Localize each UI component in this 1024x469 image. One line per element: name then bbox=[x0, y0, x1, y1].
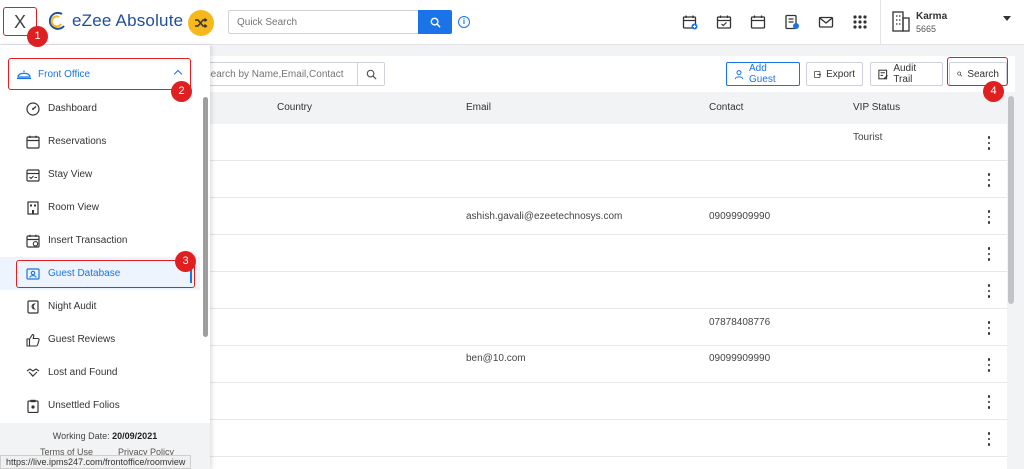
sidebar-item-label: Night Audit bbox=[48, 301, 97, 312]
insert-transaction-icon bbox=[26, 234, 40, 248]
audit-trail-icon bbox=[878, 69, 888, 79]
row-menu-icon[interactable] bbox=[984, 210, 994, 224]
cell-email: ben@10.com bbox=[466, 353, 526, 364]
stay-view-icon bbox=[26, 168, 40, 182]
brand-name: eZee Absolute bbox=[72, 11, 184, 30]
calendar-check-icon[interactable] bbox=[714, 12, 734, 32]
audit-trail-label: Audit Trail bbox=[893, 63, 917, 85]
calendar-icon bbox=[26, 135, 40, 149]
sidebar-item-label: Room View bbox=[48, 202, 99, 213]
sidebar-item-guest-reviews[interactable]: Guest Reviews bbox=[0, 323, 200, 356]
receipt-icon[interactable] bbox=[782, 12, 802, 32]
mail-icon[interactable] bbox=[816, 12, 836, 32]
header-divider bbox=[880, 0, 881, 45]
night-audit-icon bbox=[26, 299, 40, 314]
quick-search-button[interactable] bbox=[418, 10, 452, 34]
guest-search-input[interactable] bbox=[195, 62, 357, 86]
column-header-contact[interactable]: Contact bbox=[709, 102, 743, 113]
row-menu-icon[interactable] bbox=[984, 247, 994, 261]
shuffle-button[interactable] bbox=[188, 10, 214, 36]
row-menu-icon[interactable] bbox=[984, 432, 994, 446]
export-icon bbox=[814, 70, 822, 78]
search-icon bbox=[430, 17, 441, 28]
audit-trail-button[interactable]: Audit Trail bbox=[870, 62, 943, 86]
sidebar-nav: Dashboard Reservations Stay View Room Vi… bbox=[0, 92, 200, 422]
shuffle-icon bbox=[195, 17, 208, 29]
row-menu-icon[interactable] bbox=[984, 173, 994, 187]
info-icon[interactable]: i bbox=[458, 16, 470, 28]
column-header-vip-status[interactable]: VIP Status bbox=[853, 102, 900, 113]
hotel-name[interactable]: Karma bbox=[916, 11, 947, 22]
column-header-country[interactable]: Country bbox=[277, 102, 312, 113]
calendar-plus-icon[interactable] bbox=[680, 12, 700, 32]
highlight-guest-database bbox=[16, 260, 195, 288]
row-menu-icon[interactable] bbox=[984, 321, 994, 335]
handshake-icon bbox=[26, 366, 40, 380]
table-scrollbar[interactable] bbox=[1007, 92, 1015, 469]
search-icon bbox=[366, 69, 377, 80]
sidebar-item-dashboard[interactable]: Dashboard bbox=[0, 92, 200, 125]
step-marker-4: 4 bbox=[983, 81, 1004, 102]
quick-search-input[interactable] bbox=[228, 10, 418, 34]
cell-email: ashish.gavali@ezeetechnosys.com bbox=[466, 211, 623, 222]
sidebar-item-insert-transaction[interactable]: Insert Transaction bbox=[0, 224, 200, 257]
add-guest-button[interactable]: Add Guest bbox=[726, 62, 800, 86]
cell-contact: 09099909990 bbox=[709, 353, 771, 364]
sidebar-item-label: Unsettled Folios bbox=[48, 400, 120, 411]
top-bar: X eZee Absolute i bbox=[0, 0, 1024, 45]
row-menu-icon[interactable] bbox=[984, 358, 994, 372]
export-label: Export bbox=[826, 68, 855, 80]
step-marker-1: 1 bbox=[27, 26, 48, 47]
sidebar-item-label: Stay View bbox=[48, 169, 93, 180]
hotel-switch-caret-icon[interactable] bbox=[1003, 16, 1011, 21]
brand-logo[interactable]: eZee Absolute bbox=[48, 11, 183, 31]
sidebar-item-stay-view[interactable]: Stay View bbox=[0, 158, 200, 191]
table-scrollbar-thumb[interactable] bbox=[1008, 96, 1014, 304]
sidebar-item-label: Insert Transaction bbox=[48, 235, 128, 246]
working-date-label: Working Date: bbox=[52, 431, 110, 441]
add-guest-label: Add Guest bbox=[749, 63, 776, 85]
thumbs-up-icon bbox=[26, 333, 40, 347]
sidebar-item-unsettled-folios[interactable]: Unsettled Folios bbox=[0, 389, 200, 422]
sidebar-item-night-audit[interactable]: Night Audit bbox=[0, 290, 200, 323]
working-date-value: 20/09/2021 bbox=[112, 431, 158, 441]
browser-status-url: https://live.ipms247.com/frontoffice/roo… bbox=[0, 455, 192, 469]
sidebar-item-label: Reservations bbox=[48, 136, 107, 147]
sidebar-item-label: Lost and Found bbox=[48, 367, 118, 378]
sidebar-item-room-view[interactable]: Room View bbox=[0, 191, 200, 224]
apps-grid-icon[interactable] bbox=[850, 12, 870, 32]
guest-search-button[interactable] bbox=[357, 62, 385, 86]
gauge-icon bbox=[26, 101, 40, 116]
header-tools bbox=[680, 12, 870, 32]
sidebar-item-reservations[interactable]: Reservations bbox=[0, 125, 200, 158]
working-date: Working Date: 20/09/2021 bbox=[0, 431, 210, 441]
row-menu-icon[interactable] bbox=[984, 136, 994, 150]
cell-contact: 07878408776 bbox=[709, 317, 771, 328]
step-marker-2: 2 bbox=[171, 81, 192, 102]
sidebar-item-label: Dashboard bbox=[48, 103, 97, 114]
row-menu-icon[interactable] bbox=[984, 284, 994, 298]
sidebar-item-label: Guest Reviews bbox=[48, 334, 116, 345]
clipboard-icon bbox=[26, 399, 40, 413]
export-button[interactable]: Export bbox=[806, 62, 863, 86]
column-header-email[interactable]: Email bbox=[466, 102, 491, 113]
step-marker-3: 3 bbox=[175, 251, 196, 272]
hotel-code: 5665 bbox=[916, 24, 937, 34]
cell-contact: 09099909990 bbox=[709, 211, 771, 222]
hotel-building-icon bbox=[892, 11, 910, 32]
sidebar-scrollbar[interactable] bbox=[203, 97, 208, 337]
calendar-icon[interactable] bbox=[748, 12, 768, 32]
sidebar-item-lost-and-found[interactable]: Lost and Found bbox=[0, 356, 200, 389]
cell-vip-status: Tourist bbox=[853, 132, 883, 143]
room-view-icon bbox=[26, 200, 40, 215]
ezee-logo-icon bbox=[48, 11, 68, 31]
user-icon bbox=[734, 69, 744, 79]
highlight-front-office bbox=[8, 58, 191, 90]
row-menu-icon[interactable] bbox=[984, 395, 994, 409]
